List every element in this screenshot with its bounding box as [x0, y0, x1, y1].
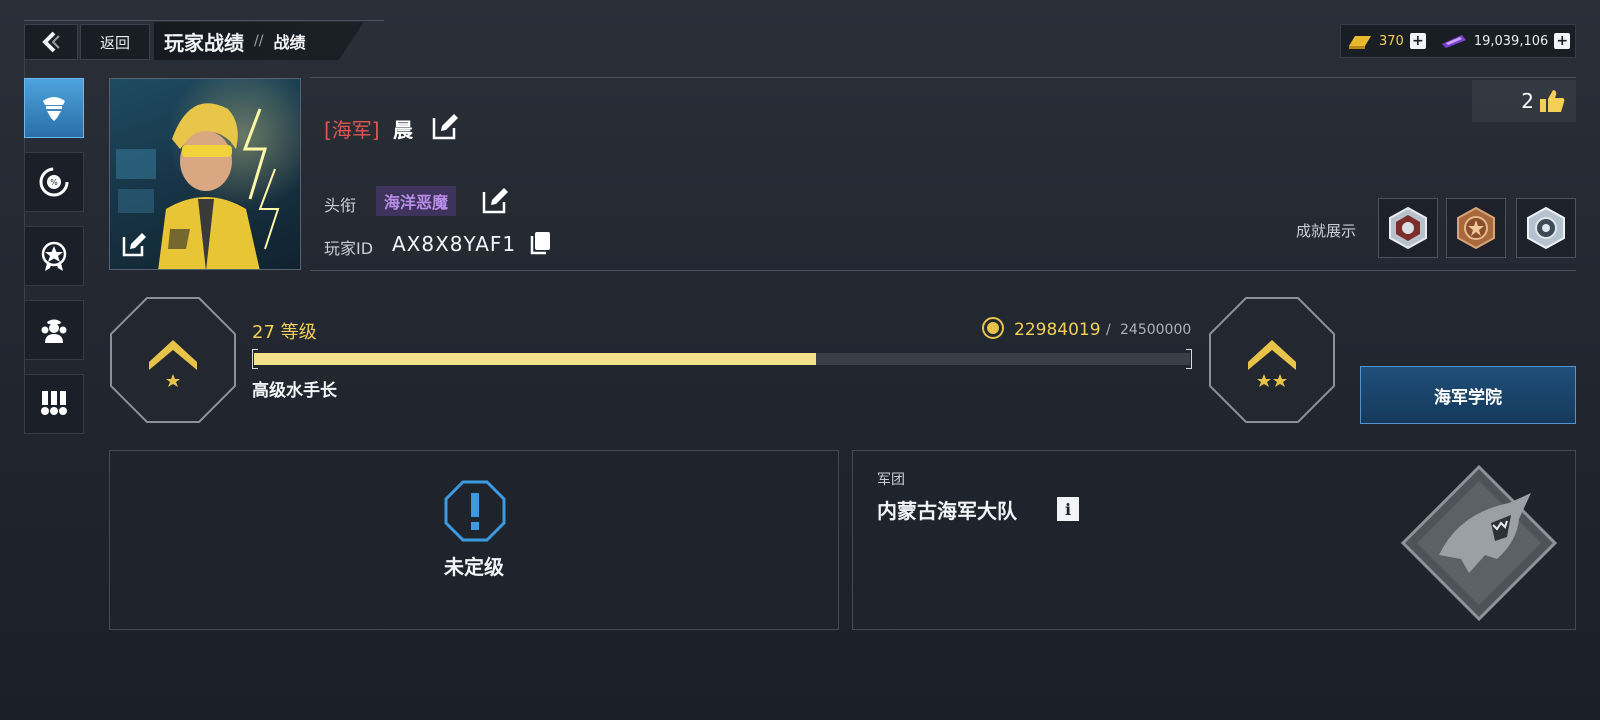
player-id-value: AX8X8YAF1	[392, 232, 517, 256]
navy-officer-icon	[43, 97, 65, 121]
xp-coin-icon	[982, 317, 1004, 339]
player-title-badge: 海洋恶魔	[376, 186, 457, 216]
shark-emblem-icon	[1400, 464, 1558, 622]
add-gems-button[interactable]: +	[1554, 33, 1571, 49]
likes-count: 2	[1521, 89, 1534, 113]
player-name: 晨	[393, 118, 413, 142]
xp-progress-bar	[254, 353, 1190, 365]
copy-icon[interactable]	[528, 230, 552, 256]
likes-button[interactable]: 2	[1472, 80, 1576, 122]
sidebar-item-medals[interactable]	[24, 374, 84, 434]
top-divider	[24, 20, 384, 21]
achievement-badge-icon	[1527, 206, 1565, 250]
current-rank-emblem	[110, 297, 236, 423]
gold-amount: 370	[1379, 33, 1404, 49]
gold-bar-icon	[1349, 36, 1371, 49]
title-label: 头衔	[324, 196, 357, 215]
achievement-slot-2[interactable]	[1446, 198, 1506, 258]
add-gold-button[interactable]: +	[1409, 33, 1426, 49]
xp-current: 22984019	[1014, 320, 1101, 340]
gem-ticket-icon	[1441, 35, 1466, 48]
player-level: 27 等级	[252, 322, 317, 343]
percent-dial-icon: %	[39, 167, 69, 197]
medal-ribbons-icon	[41, 391, 67, 415]
player-id-label: 玩家ID	[324, 239, 374, 258]
chevron-left-icon	[42, 31, 60, 53]
ranked-panel[interactable]: 未定级	[109, 450, 839, 630]
profile-divider-bottom	[310, 270, 1576, 271]
star-badge-icon	[41, 241, 67, 271]
xp-bar-cap-right	[1186, 349, 1192, 369]
rank-name: 高级水手长	[252, 381, 337, 401]
xp-progress-fill	[254, 353, 816, 365]
legion-panel[interactable]: 军团 内蒙古海军大队 i	[852, 450, 1576, 630]
naval-academy-button[interactable]: 海军学院	[1360, 366, 1576, 424]
xp-separator: /	[1106, 322, 1111, 338]
edit-avatar-icon[interactable]	[120, 231, 148, 259]
avatar[interactable]	[109, 78, 301, 270]
page-subtitle: 战绩	[273, 33, 306, 52]
crew-icon	[41, 319, 67, 343]
thumbs-up-icon	[1540, 90, 1565, 112]
achievement-badge-icon	[1457, 206, 1495, 250]
sidebar-item-profile[interactable]	[24, 78, 84, 138]
legion-name: 内蒙古海军大队	[877, 499, 1017, 523]
svg-text:%: %	[50, 178, 58, 187]
edit-name-icon[interactable]	[430, 112, 460, 142]
achievement-slot-3[interactable]	[1516, 198, 1576, 258]
achievements-label: 成就展示	[1296, 222, 1357, 240]
next-rank-emblem	[1209, 297, 1335, 423]
back-button[interactable]	[24, 24, 78, 60]
title-separator: //	[254, 33, 264, 49]
achievement-slot-1[interactable]	[1378, 198, 1438, 258]
sidebar-item-honors[interactable]	[24, 226, 84, 286]
legion-label: 军团	[877, 472, 905, 488]
gem-amount: 19,039,106	[1473, 33, 1549, 49]
sidebar-item-stats[interactable]: %	[24, 152, 84, 212]
player-faction: [海军]	[324, 118, 380, 142]
page-title: 玩家战绩	[164, 30, 244, 55]
ranked-status: 未定级	[444, 555, 504, 579]
sidebar-item-crew[interactable]	[24, 300, 84, 360]
achievement-badge-icon	[1389, 206, 1427, 250]
warning-icon	[444, 480, 506, 542]
back-label-button[interactable]: 返回	[80, 24, 150, 60]
edit-title-icon[interactable]	[480, 186, 510, 216]
profile-divider-top	[310, 77, 1576, 78]
page-title-block: 玩家战绩 // 战绩	[154, 22, 364, 60]
xp-max: 24500000	[1120, 322, 1192, 338]
legion-info-icon[interactable]: i	[1057, 497, 1079, 521]
currency-bar: 370 + 19,039,106 +	[1340, 24, 1576, 58]
